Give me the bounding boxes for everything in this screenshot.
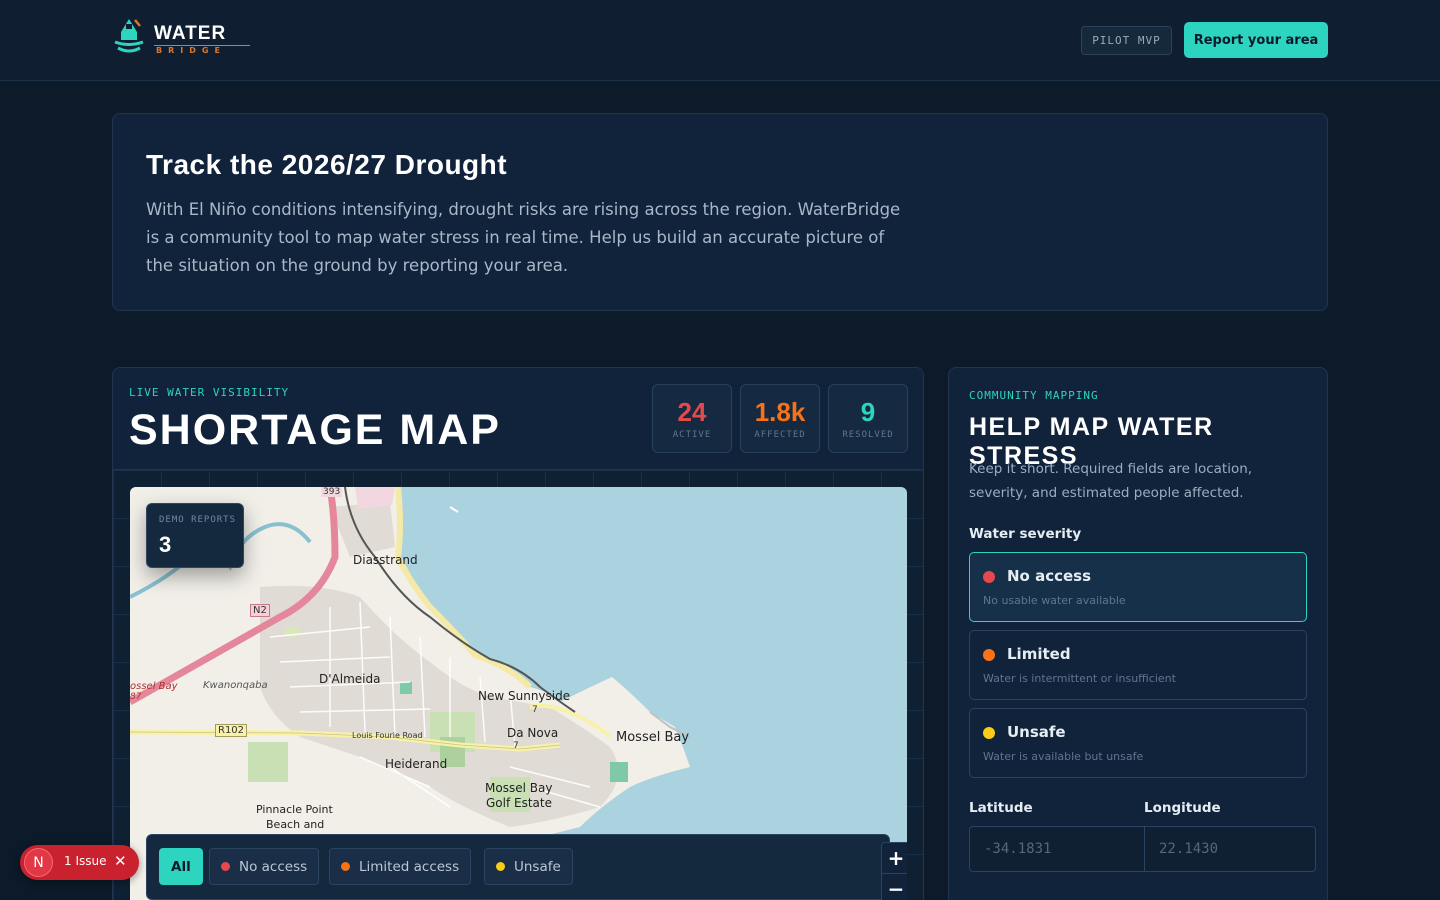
map-label-road-393: 393: [321, 487, 343, 497]
issue-count-label: 1 Issue: [64, 854, 107, 868]
map-label-pinnacle-point: Pinnacle Point: [256, 803, 333, 816]
form-description: Keep it short. Required fields are locat…: [969, 461, 1253, 501]
top-navigation-bar: WATER BRIDGE PILOT MVP Report your area: [0, 0, 1440, 81]
map-label-beach-and: Beach and: [266, 818, 325, 831]
severity-option-description: No usable water available: [983, 594, 1126, 607]
map-zoom-controls: + −: [881, 842, 907, 900]
filter-no-access-label: No access: [239, 858, 308, 875]
severity-option-unsafe[interactable]: Unsafe Water is available but unsafe: [969, 708, 1307, 778]
map-label-diasstrand: Diasstrand: [353, 553, 418, 567]
map-card-header: LIVE WATER VISIBILITY SHORTAGE MAP 24 AC…: [113, 368, 923, 470]
filter-unsafe[interactable]: Unsafe: [484, 848, 573, 885]
logo-title: WATER: [154, 23, 227, 44]
demo-reports-value: 3: [159, 532, 172, 557]
map-label-route-7-b: 7: [513, 741, 519, 751]
map-label-mossel-bay-left: ossel Bay: [130, 681, 178, 692]
map-label-dalmeida: D'Almeida: [319, 672, 381, 686]
map-label-new-sunnyside: New Sunnyside: [478, 689, 571, 703]
zoom-in-button[interactable]: +: [882, 843, 907, 873]
map-label-mossel-bay: Mossel Bay: [616, 730, 690, 745]
stat-resolved-label: RESOLVED: [842, 430, 894, 440]
map-label-louis-fourie-road: Louis Fourie Road: [352, 731, 423, 740]
severity-option-description: Water is available but unsafe: [983, 750, 1144, 763]
stat-affected-label: AFFECTED: [754, 430, 806, 440]
map-label-87: 87: [130, 692, 142, 702]
severity-option-limited[interactable]: Limited Water is intermittent or insuffi…: [969, 630, 1307, 700]
hero-banner: Track the 2026/27 Drought With El Niño c…: [112, 113, 1328, 311]
map-label-mossel-bay-golf: Mossel Bay: [485, 781, 553, 795]
yellow-dot-icon: [983, 727, 995, 739]
filter-limited-access-label: Limited access: [359, 858, 460, 875]
zoom-out-button[interactable]: −: [882, 873, 907, 900]
water-severity-label: Water severity: [969, 526, 1082, 542]
red-dot-icon: [983, 571, 995, 583]
stat-active: 24 ACTIVE: [652, 384, 732, 453]
report-your-area-button[interactable]: Report your area: [1184, 22, 1328, 58]
dev-issues-badge[interactable]: N 1 Issue ✕: [20, 845, 139, 880]
demo-reports-counter: DEMO REPORTS 3: [146, 503, 244, 568]
stat-resolved: 9 RESOLVED: [828, 384, 908, 453]
stat-active-value: 24: [677, 397, 707, 427]
map-label-kwanonqaba: Kwanonqaba: [203, 680, 268, 691]
map-filter-bar: All No access Limited access Unsafe + −: [146, 834, 907, 900]
pilot-mvp-badge: PILOT MVP: [1081, 26, 1172, 55]
stat-resolved-value: 9: [860, 397, 876, 427]
yellow-dot-icon: [496, 862, 505, 871]
severity-option-name: No access: [1007, 567, 1092, 585]
stat-affected-value: 1.8k: [754, 397, 806, 427]
filter-no-access[interactable]: No access: [209, 848, 320, 885]
interactive-map[interactable]: 393 Diasstrand N2 D'Almeida Kwanonqaba o…: [130, 487, 907, 900]
stat-affected: 1.8k AFFECTED: [740, 384, 820, 453]
stat-active-label: ACTIVE: [672, 430, 712, 440]
severity-option-name: Unsafe: [1007, 723, 1066, 741]
close-icon[interactable]: ✕: [114, 852, 127, 870]
waterbridge-logo[interactable]: WATER BRIDGE: [113, 18, 253, 58]
orange-dot-icon: [341, 862, 350, 871]
filter-unsafe-label: Unsafe: [514, 858, 561, 875]
hero-description: With El Niño conditions intensifying, dr…: [146, 200, 901, 275]
water-drop-logo-icon: [114, 19, 144, 53]
longitude-input[interactable]: 22.1430: [1144, 826, 1316, 872]
report-form-card: COMMUNITY MAPPING HELP MAP WATER STRESS …: [948, 367, 1328, 900]
severity-option-no-access[interactable]: No access No usable water available: [969, 552, 1307, 622]
red-dot-icon: [221, 862, 230, 871]
issue-initial-avatar: N: [24, 848, 53, 877]
map-title: SHORTAGE MAP: [129, 406, 501, 454]
map-label-golf-estate: Golf Estate: [486, 796, 552, 810]
demo-reports-label: DEMO REPORTS: [159, 515, 237, 525]
filter-limited-access[interactable]: Limited access: [329, 848, 472, 885]
map-label-n2: N2: [250, 604, 270, 617]
severity-option-name: Limited: [1007, 645, 1071, 663]
severity-option-description: Water is intermittent or insufficient: [983, 672, 1176, 685]
filter-all-label: All: [171, 858, 191, 875]
logo-subtitle: BRIDGE: [156, 46, 226, 55]
filter-all[interactable]: All: [159, 848, 203, 885]
map-label-heiderand: Heiderand: [385, 757, 448, 771]
form-eyebrow: COMMUNITY MAPPING: [969, 389, 1099, 402]
map-eyebrow: LIVE WATER VISIBILITY: [129, 386, 290, 399]
map-label-da-nova: Da Nova: [507, 726, 559, 740]
hero-title: Track the 2026/27 Drought: [146, 149, 508, 180]
latitude-input[interactable]: -34.1831: [969, 826, 1145, 872]
orange-dot-icon: [983, 649, 995, 661]
latitude-label: Latitude: [969, 800, 1033, 816]
longitude-label: Longitude: [1144, 800, 1221, 816]
shortage-map-card: LIVE WATER VISIBILITY SHORTAGE MAP 24 AC…: [112, 367, 924, 900]
map-label-r102: R102: [215, 724, 248, 737]
map-label-route-7-a: 7: [532, 705, 538, 715]
